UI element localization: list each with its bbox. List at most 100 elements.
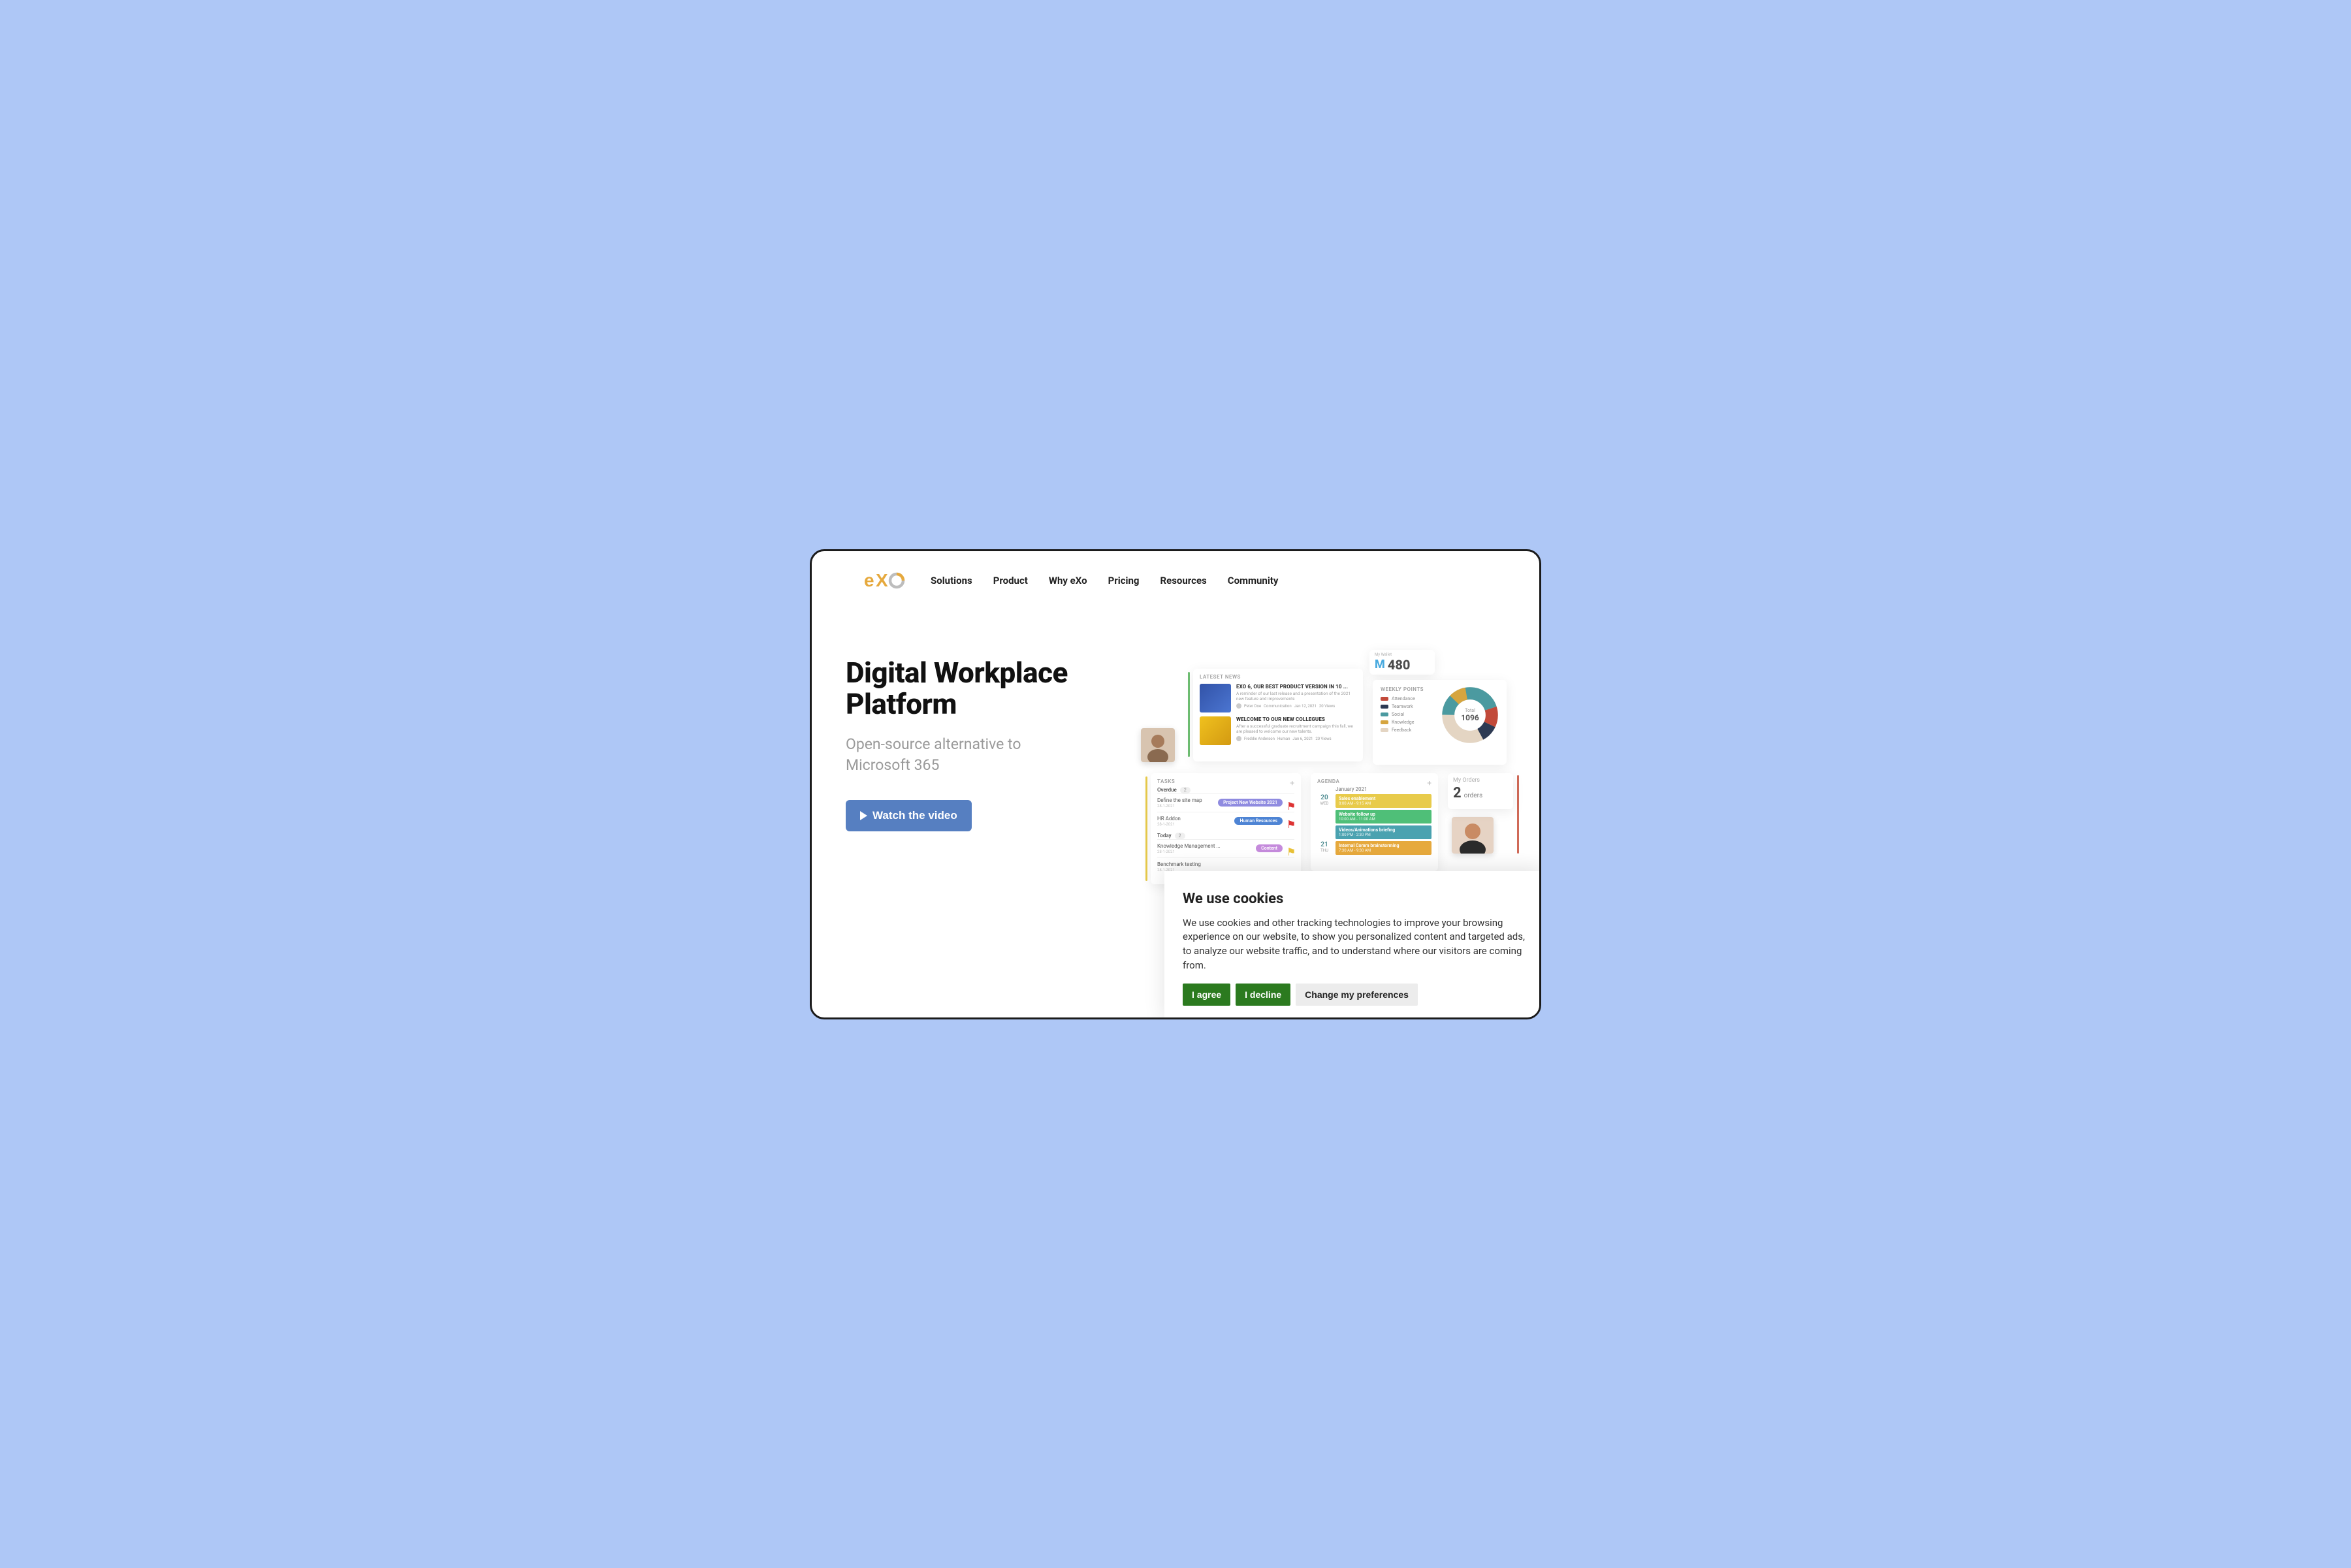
donut-chart: Total 1096 [1441, 686, 1499, 744]
task-pill: Project New Website 2021 [1218, 799, 1283, 807]
news-date: Jan 6, 2021 [1292, 737, 1313, 741]
watch-video-label: Watch the video [872, 809, 957, 822]
agenda-title: AGENDA [1317, 778, 1431, 784]
site-logo[interactable]: e X [864, 569, 906, 592]
news-item-headline: EXO 6, OUR BEST PRODUCT VERSION IN 10 ..… [1236, 684, 1356, 690]
event-time: 7:30 AM - 9:30 AM [1339, 848, 1428, 853]
nav-community[interactable]: Community [1228, 575, 1279, 586]
cookie-title: We use cookies [1183, 891, 1525, 907]
wallet-value: 480 [1388, 657, 1411, 673]
orders-card: My Orders 2 orders [1448, 773, 1513, 809]
accent-bar-green [1188, 672, 1190, 757]
play-icon [860, 811, 867, 820]
legend-label: Social [1392, 712, 1404, 717]
legend-swatch-icon [1381, 720, 1388, 724]
flag-icon: ⚑ [1287, 818, 1294, 824]
task-date: 28-1-2021 [1157, 822, 1181, 827]
news-title: LATESET NEWS [1200, 674, 1356, 680]
event-time: 10:00 AM - 11:00 AM [1339, 817, 1428, 822]
avatar-dot-icon [1236, 736, 1241, 741]
task-row[interactable]: Knowledge Management ...28-1-2021 Conten… [1157, 839, 1294, 857]
legend-swatch-icon [1381, 705, 1388, 709]
agenda-event[interactable]: Internal Comm brainstorming7:30 AM - 9:3… [1335, 841, 1431, 855]
nav-why-exo[interactable]: Why eXo [1049, 575, 1087, 586]
donut-total-label: Total [1465, 708, 1475, 713]
add-agenda-button[interactable]: + [1427, 778, 1431, 788]
cookie-decline-button[interactable]: I decline [1236, 984, 1290, 1006]
agenda-day: 20 WED Sales enablement8:00 AM - 9:15 AM… [1317, 794, 1431, 839]
event-title: Internal Comm brainstorming [1339, 843, 1428, 848]
news-tag: Human [1277, 737, 1290, 741]
event-time: 1:00 PM - 2:30 PM [1339, 833, 1428, 837]
news-item-headline: WELCOME TO OUR NEW COLLEGUES [1236, 716, 1356, 722]
task-pill: Content [1256, 844, 1283, 852]
task-name: HR Addon [1157, 816, 1181, 822]
agenda-day-num: 21 [1317, 841, 1332, 848]
tasks-section-count: 2 [1175, 833, 1185, 839]
news-item-body: After a successful graduate recruitment … [1236, 724, 1356, 735]
avatar-dot-icon [1236, 703, 1241, 709]
hero-subtitle: Open-source alternative to Microsoft 365 [846, 734, 1081, 776]
news-thumb-icon [1200, 716, 1231, 745]
points-card: WEEKLY POINTS Attendance Teamwork Social… [1373, 680, 1507, 765]
agenda-event[interactable]: Sales enablement8:00 AM - 9:15 AM [1335, 794, 1431, 808]
flag-icon: ⚑ [1287, 800, 1294, 806]
legend-swatch-icon [1381, 728, 1388, 732]
nav-product[interactable]: Product [993, 575, 1028, 586]
news-item-2[interactable]: WELCOME TO OUR NEW COLLEGUES After a suc… [1200, 716, 1356, 745]
task-name: Knowledge Management ... [1157, 843, 1221, 849]
nav-resources[interactable]: Resources [1160, 575, 1207, 586]
agenda-weekday: WED [1317, 801, 1332, 806]
hero-title: Digital Workplace Platform [846, 657, 1176, 720]
task-name: Define the site map [1157, 797, 1202, 803]
watch-video-button[interactable]: Watch the video [846, 800, 972, 831]
accent-bar-yellow [1145, 776, 1147, 881]
legend-label: Knowledge [1392, 720, 1414, 725]
tasks-section-name: Today [1157, 833, 1172, 839]
hero-copy: Digital Workplace Platform Open-source a… [812, 657, 1176, 831]
news-author: Freddie Anderson [1244, 737, 1275, 741]
points-title: WEEKLY POINTS [1381, 686, 1424, 692]
agenda-event[interactable]: Videos/Animations briefing1:00 PM - 2:30… [1335, 825, 1431, 839]
avatar-user1 [1141, 728, 1175, 762]
avatar-user2 [1452, 817, 1494, 854]
event-title: Sales enablement [1339, 796, 1428, 801]
exo-logo-icon: e X [864, 569, 906, 592]
event-title: Website follow up [1339, 812, 1428, 817]
agenda-day: 21 THU Internal Comm brainstorming7:30 A… [1317, 841, 1431, 855]
news-date: Jan 12, 2021 [1294, 704, 1317, 709]
event-title: Videos/Animations briefing [1339, 827, 1428, 833]
legend-label: Feedback [1392, 728, 1411, 733]
task-date: 28-1-2021 [1157, 850, 1221, 854]
nav-solutions[interactable]: Solutions [931, 575, 972, 586]
orders-label: My Orders [1453, 777, 1508, 784]
add-task-button[interactable]: + [1290, 778, 1294, 788]
tasks-section-name: Overdue [1157, 787, 1177, 793]
browser-frame: e X Solutions Product Why eXo Pricing Re… [810, 549, 1541, 1019]
news-item-1[interactable]: EXO 6, OUR BEST PRODUCT VERSION IN 10 ..… [1200, 684, 1356, 712]
news-tag: Communication [1264, 704, 1292, 709]
agenda-event[interactable]: Website follow up10:00 AM - 11:00 AM [1335, 810, 1431, 824]
cookie-agree-button[interactable]: I agree [1183, 984, 1230, 1006]
accent-bar-red [1517, 775, 1519, 854]
task-row[interactable]: Define the site map28-1-2021 Project New… [1157, 793, 1294, 812]
news-item-body: A reminder of our last release and a pre… [1236, 691, 1356, 702]
news-views: 20 Views [1315, 737, 1331, 741]
wallet-card: My Wallet M 480 [1369, 650, 1435, 675]
news-thumb-icon [1200, 684, 1231, 712]
news-author: Peter Doe [1244, 704, 1261, 709]
task-row[interactable]: HR Addon28-1-2021 Human Resources⚑ [1157, 812, 1294, 830]
cookie-prefs-button[interactable]: Change my preferences [1296, 984, 1418, 1006]
site-header: e X Solutions Product Why eXo Pricing Re… [812, 551, 1539, 592]
cookie-text: We use cookies and other tracking techno… [1183, 916, 1525, 973]
tasks-section-count: 2 [1180, 787, 1191, 793]
flag-icon: ⚑ [1287, 846, 1294, 852]
news-views: 20 Views [1319, 704, 1335, 709]
points-legend: Attendance Teamwork Social Knowledge Fee… [1381, 696, 1424, 733]
agenda-month: January 2021 [1335, 786, 1431, 792]
legend-swatch-icon [1381, 697, 1388, 701]
agenda-day-num: 20 [1317, 794, 1332, 801]
legend-label: Teamwork [1392, 704, 1413, 709]
nav-pricing[interactable]: Pricing [1108, 575, 1140, 586]
task-name: Benchmark testing [1157, 861, 1201, 867]
